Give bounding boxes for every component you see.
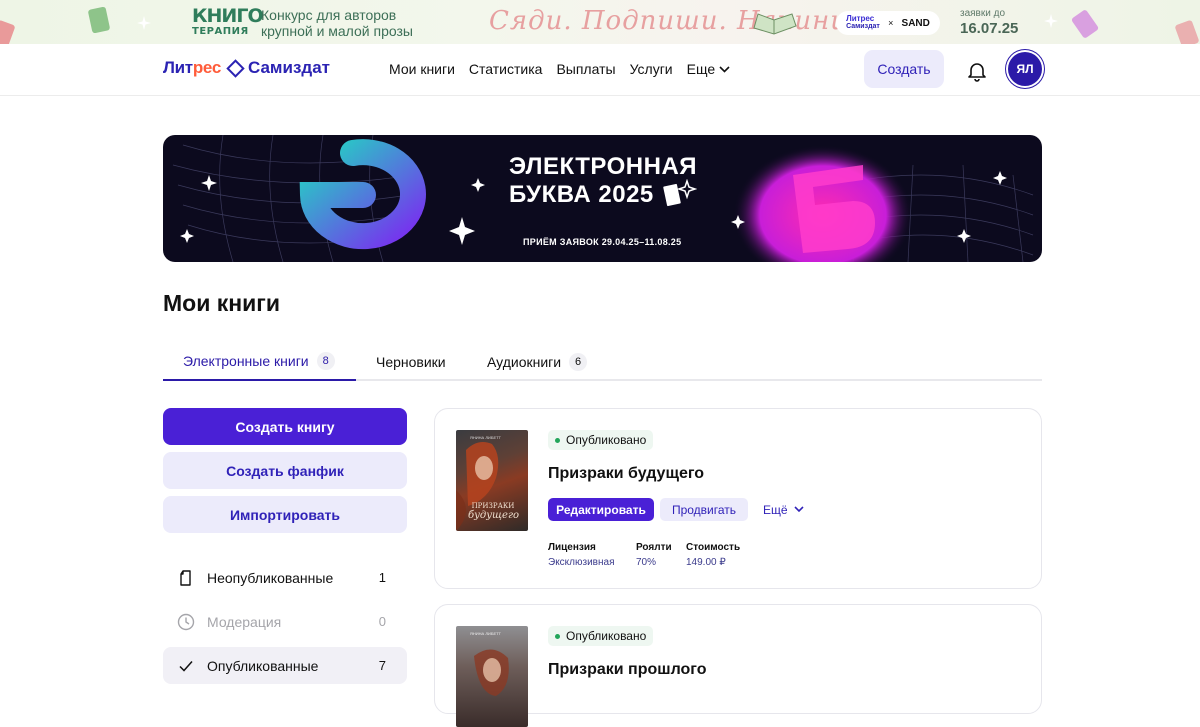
create-button[interactable]: Создать: [864, 50, 944, 88]
book-icon: [1070, 9, 1100, 39]
cover-author: ЯНИНА ЛИБЕТТ: [470, 435, 501, 440]
sparkle-icon: [137, 16, 151, 30]
nav-statistics[interactable]: Статистика: [469, 61, 543, 77]
bell-icon[interactable]: [966, 60, 988, 82]
brand-logo[interactable]: Литрес Самиздат: [163, 58, 330, 78]
nav-services[interactable]: Услуги: [630, 61, 673, 77]
cover-title: ПРИЗРАКИ будущего: [468, 502, 520, 521]
book-tabs: Электронные книги 8 Черновики Аудиокниги 6: [163, 342, 1042, 381]
book-icon: [0, 19, 16, 44]
tab-count: 8: [316, 351, 335, 370]
promo-banner[interactable]: КНИГО ТЕРАПИЯ Конкурс для авторов крупно…: [0, 0, 1200, 44]
cover-art: [474, 649, 509, 696]
nav-my-books[interactable]: Мои книги: [389, 61, 455, 77]
filter-published[interactable]: Опубликованные 7: [163, 647, 407, 684]
tab-count: 6: [569, 352, 588, 371]
book-card: ЯНИНА ЛИБЕТТ ПРИЗРАКИ будущего Опубликов…: [434, 408, 1042, 589]
chevron-down-icon: [719, 65, 730, 73]
top-header: Литрес Самиздат Мои книги Статистика Вып…: [0, 44, 1200, 96]
book-cover[interactable]: ЯНИНА ЛИБЕТТ: [456, 626, 528, 727]
price-info: Стоимость 149.00 ₽: [686, 542, 741, 568]
promote-button[interactable]: Продвигать: [660, 498, 748, 521]
more-button[interactable]: Ещё: [763, 498, 804, 521]
sparkle-icon: [1044, 14, 1058, 28]
book-icon: [87, 6, 111, 34]
create-fanfic-button[interactable]: Создать фанфик: [163, 452, 407, 489]
book-title[interactable]: Призраки будущего: [548, 465, 704, 483]
clock-icon: [177, 613, 195, 631]
open-book-icon: [753, 13, 797, 35]
promo-deadline: заявки до 16.07.25: [960, 8, 1019, 37]
license-info: Лицензия Эксклюзивная: [548, 542, 615, 568]
check-icon: [179, 661, 193, 672]
filter-moderation[interactable]: Модерация 0: [163, 603, 407, 640]
nav-more[interactable]: Еще: [687, 61, 731, 77]
edit-button[interactable]: Редактировать: [548, 498, 654, 521]
book-card: ЯНИНА ЛИБЕТТ Опубликовано Призраки прошл…: [434, 604, 1042, 727]
filter-unpublished[interactable]: Неопубликованные 1: [163, 559, 407, 596]
hero-banner[interactable]: ЭЛЕКТРОННАЯ БУКВА 2025 ПРИЁМ ЗАЯВОК 29.0…: [163, 135, 1042, 262]
status-badge: Опубликовано: [548, 626, 654, 646]
diamond-icon: [226, 58, 245, 78]
book-title[interactable]: Призраки прошлого: [548, 661, 707, 679]
nav-payouts[interactable]: Выплаты: [556, 61, 615, 77]
book-icon: [1174, 19, 1200, 44]
cover-author: ЯНИНА ЛИБЕТТ: [470, 631, 501, 636]
royalty-info: Роялти 70%: [636, 542, 672, 568]
book-cover[interactable]: ЯНИНА ЛИБЕТТ ПРИЗРАКИ будущего: [456, 430, 528, 531]
book-sparkle-icon: [663, 179, 697, 207]
tab-drafts[interactable]: Черновики: [376, 342, 446, 381]
create-book-button[interactable]: Создать книгу: [163, 408, 407, 445]
partner-badge: Литрес Самиздат × SAND: [836, 11, 940, 35]
avatar[interactable]: ЯЛ: [1008, 52, 1042, 86]
tab-audiobooks[interactable]: Аудиокниги 6: [487, 342, 588, 381]
import-button[interactable]: Импортировать: [163, 496, 407, 533]
page-title: Мои книги: [163, 290, 280, 316]
promo-text: Конкурс для авторов крупной и малой проз…: [261, 7, 413, 39]
hero-subtitle: ПРИЁМ ЗАЯВОК 29.04.25–11.08.25: [523, 237, 682, 247]
document-icon: [180, 570, 191, 586]
status-badge: Опубликовано: [548, 430, 654, 450]
knigoterapiya-logo: КНИГО ТЕРАПИЯ: [192, 5, 264, 37]
tab-ebooks[interactable]: Электронные книги 8: [163, 342, 356, 381]
main-nav: Мои книги Статистика Выплаты Услуги Еще: [389, 61, 744, 77]
chevron-down-icon: [793, 506, 804, 513]
